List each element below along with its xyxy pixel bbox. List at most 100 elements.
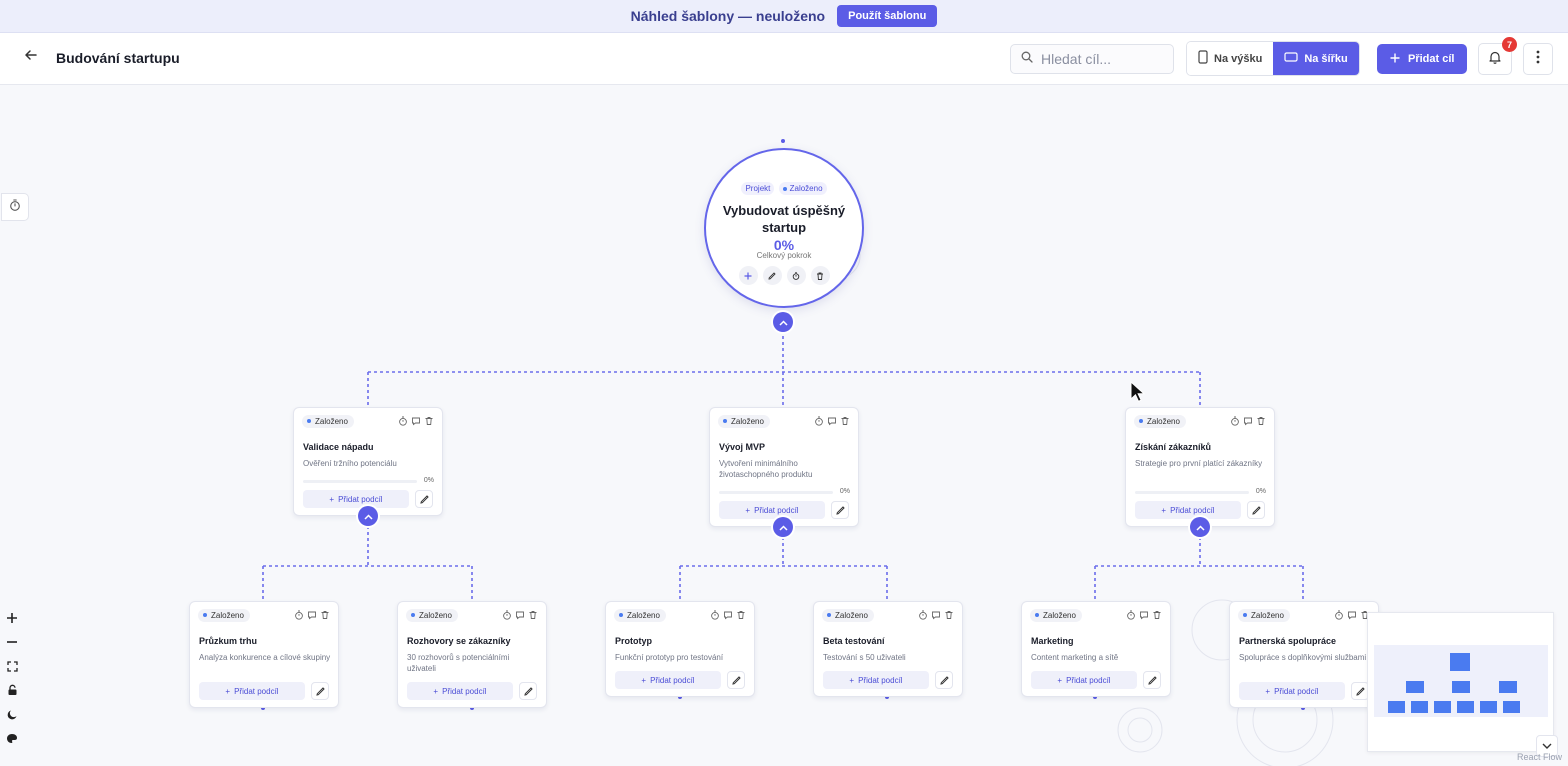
search-box[interactable]	[1010, 44, 1174, 74]
goal-card[interactable]: Založeno Marketing Content marketing a s…	[1021, 601, 1171, 697]
notification-badge: 7	[1502, 37, 1517, 52]
comment-icon[interactable]	[1243, 416, 1253, 426]
background-toggle-button[interactable]	[0, 726, 24, 750]
edit-button[interactable]	[311, 682, 329, 700]
trash-icon[interactable]	[320, 610, 330, 620]
edit-button[interactable]	[727, 671, 745, 689]
pencil-icon	[939, 675, 949, 685]
status-label: Založeno	[1147, 416, 1180, 426]
stopwatch-icon[interactable]	[710, 610, 720, 620]
status-badge: Založeno	[1134, 414, 1186, 428]
minimap-viewport[interactable]	[1374, 645, 1548, 717]
comment-icon[interactable]	[931, 610, 941, 620]
edit-button[interactable]	[831, 501, 849, 519]
goal-card[interactable]: Založeno Partnerská spolupráce Spoluprác…	[1229, 601, 1379, 708]
theme-toggle-button[interactable]	[0, 702, 24, 726]
landscape-icon	[1284, 52, 1298, 65]
comment-icon[interactable]	[515, 610, 525, 620]
trash-icon[interactable]	[1152, 610, 1162, 620]
add-subgoal-button[interactable]: + Přidat podcíl	[407, 682, 513, 700]
comment-icon[interactable]	[411, 416, 421, 426]
goal-card[interactable]: Založeno Rozhovory se zákazníky 30 rozho…	[397, 601, 547, 708]
pencil-icon	[1355, 686, 1365, 696]
minimap-node	[1480, 701, 1497, 713]
chevron-up-icon	[363, 507, 373, 525]
add-subgoal-button[interactable]: + Přidat podcíl	[823, 671, 929, 689]
stopwatch-icon[interactable]	[786, 266, 806, 285]
goal-card[interactable]: Založeno Prototyp Funkční prototyp pro t…	[605, 601, 755, 697]
fit-view-button[interactable]	[0, 654, 24, 678]
root-goal-node[interactable]: Projekt Založeno Vybudovat úspěšný start…	[704, 148, 864, 308]
goal-card[interactable]: Založeno Získání zákazníků Strategie pro…	[1125, 407, 1275, 527]
collapse-node-button[interactable]	[773, 517, 793, 537]
status-label: Založeno	[419, 610, 452, 620]
status-dot	[1243, 613, 1247, 617]
minimap-node	[1411, 701, 1428, 713]
comment-icon[interactable]	[827, 416, 837, 426]
trash-icon[interactable]	[1256, 416, 1266, 426]
comment-icon[interactable]	[723, 610, 733, 620]
status-label: Založeno	[1251, 610, 1284, 620]
card-description: Analýza konkurence a cílové skupiny	[199, 653, 331, 662]
trash-icon[interactable]	[528, 610, 538, 620]
edit-button[interactable]	[415, 490, 433, 508]
edit-icon[interactable]	[762, 266, 782, 285]
trash-icon[interactable]	[736, 610, 746, 620]
status-badge: Založeno	[302, 414, 354, 428]
stopwatch-icon[interactable]	[294, 610, 304, 620]
goal-card[interactable]: Založeno Beta testování Testování s 50 u…	[813, 601, 963, 697]
edit-button[interactable]	[1143, 671, 1161, 689]
collapse-node-button[interactable]	[358, 506, 378, 526]
timer-panel-button[interactable]	[1, 193, 29, 221]
stopwatch-icon[interactable]	[398, 416, 408, 426]
add-subgoal-button[interactable]: + Přidat podcíl	[615, 671, 721, 689]
search-input[interactable]	[1041, 51, 1161, 67]
status-badge: Založeno	[614, 608, 666, 622]
goal-card[interactable]: Založeno Vývoj MVP Vytvoření minimálního…	[709, 407, 859, 527]
edit-button[interactable]	[1247, 501, 1265, 519]
add-subgoal-button[interactable]: + Přidat podcíl	[1135, 501, 1241, 519]
add-subgoal-icon[interactable]	[738, 266, 758, 285]
minus-icon	[7, 641, 17, 643]
zoom-in-button[interactable]	[0, 606, 24, 630]
zoom-out-button[interactable]	[0, 630, 24, 654]
trash-icon[interactable]	[840, 416, 850, 426]
collapse-root-button[interactable]	[773, 312, 793, 332]
status-dot	[1035, 613, 1039, 617]
use-template-button[interactable]: Použít šablonu	[837, 5, 938, 27]
comment-icon[interactable]	[1139, 610, 1149, 620]
stopwatch-icon[interactable]	[1230, 416, 1240, 426]
arrow-left-icon[interactable]	[24, 48, 38, 67]
add-subgoal-button[interactable]: + Přidat podcíl	[199, 682, 305, 700]
goal-card[interactable]: Založeno Validace nápadu Ověření tržního…	[293, 407, 443, 516]
status-dot	[203, 613, 207, 617]
plus-icon: +	[225, 686, 231, 696]
trash-icon[interactable]	[810, 266, 830, 285]
edit-button[interactable]	[935, 671, 953, 689]
stopwatch-icon[interactable]	[502, 610, 512, 620]
minimap[interactable]	[1367, 612, 1554, 752]
add-subgoal-button[interactable]: + Přidat podcíl	[1239, 682, 1345, 700]
pencil-icon	[731, 675, 741, 685]
collapse-node-button[interactable]	[1190, 517, 1210, 537]
add-subgoal-button[interactable]: + Přidat podcíl	[719, 501, 825, 519]
comment-icon[interactable]	[307, 610, 317, 620]
edit-button[interactable]	[519, 682, 537, 700]
portrait-view-button[interactable]: Na výšku	[1187, 42, 1274, 75]
add-subgoal-button[interactable]: + Přidat podcíl	[303, 490, 409, 508]
stopwatch-icon[interactable]	[1126, 610, 1136, 620]
add-subgoal-button[interactable]: + Přidat podcíl	[1031, 671, 1137, 689]
notifications-button[interactable]: 7	[1478, 37, 1517, 75]
goal-card[interactable]: Založeno Průzkum trhu Analýza konkurence…	[189, 601, 339, 708]
more-options-button[interactable]	[1523, 43, 1553, 75]
lock-button[interactable]	[0, 678, 24, 702]
trash-icon[interactable]	[424, 416, 434, 426]
stopwatch-icon[interactable]	[1334, 610, 1344, 620]
comment-icon[interactable]	[1347, 610, 1357, 620]
landscape-view-button[interactable]: Na šířku	[1273, 42, 1359, 75]
stopwatch-icon[interactable]	[918, 610, 928, 620]
add-goal-button[interactable]: Přidat cíl	[1377, 44, 1468, 74]
react-flow-attribution[interactable]: React Flow	[1517, 752, 1562, 762]
trash-icon[interactable]	[944, 610, 954, 620]
stopwatch-icon[interactable]	[814, 416, 824, 426]
